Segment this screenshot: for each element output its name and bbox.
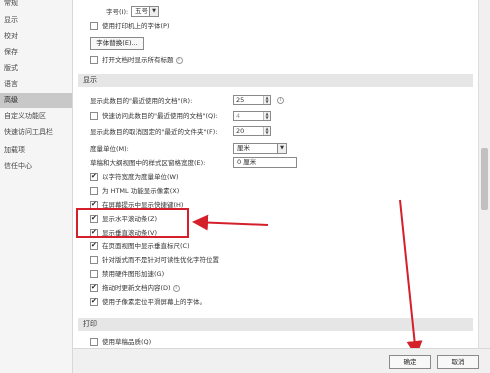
dialog-footer: 确定 取消 [73,348,490,373]
annotation-arrows [192,199,423,357]
ok-button[interactable]: 确定 [389,355,431,369]
cancel-button[interactable]: 取消 [437,355,479,369]
annotation-arrow-left [192,214,269,231]
annotation-arrow-down [399,199,423,357]
